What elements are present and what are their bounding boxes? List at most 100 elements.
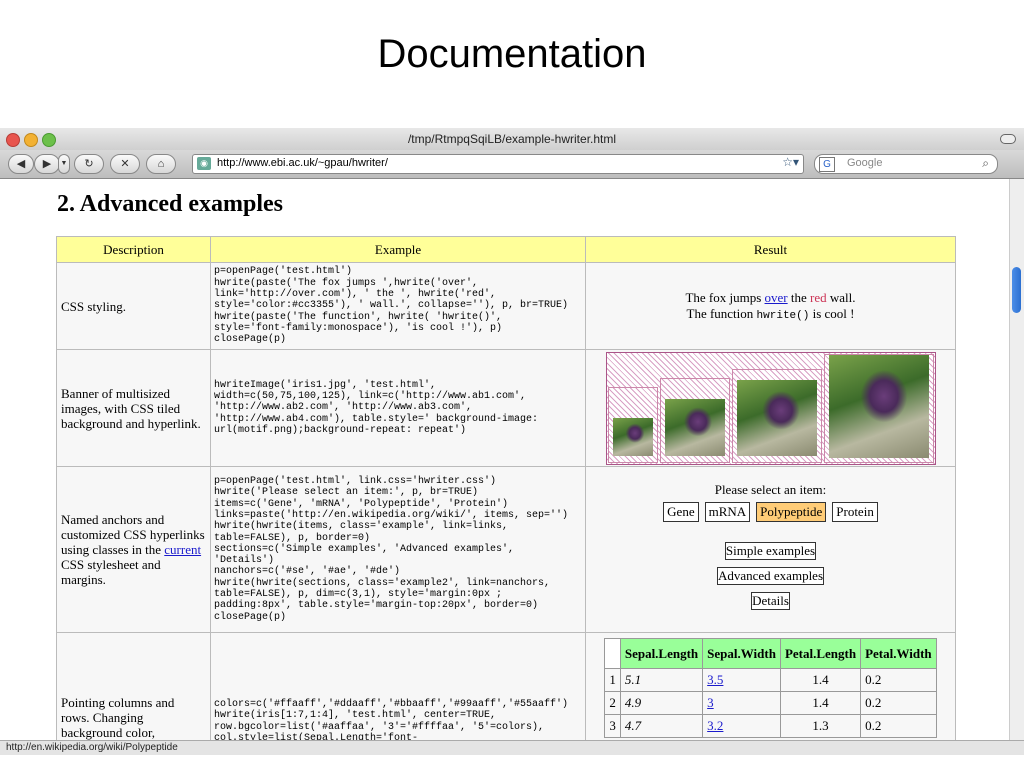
row-description: Pointing columns and rows. Changing back… [56, 632, 211, 740]
iris-cell-link[interactable]: 3 [702, 691, 781, 715]
iris-image [664, 398, 725, 456]
current-link[interactable]: current [164, 542, 201, 557]
banner-image-link[interactable] [607, 386, 658, 463]
status-text: http://en.wikipedia.org/wiki/Polypeptide [6, 742, 178, 753]
row-description: CSS styling. [56, 262, 211, 350]
row-code: p=openPage('test.html') hwrite(paste('Th… [210, 262, 586, 350]
title-bar: /tmp/RtmpqSqiLB/example-hwriter.html [0, 128, 1024, 151]
search-icon[interactable]: ⌕ [982, 156, 989, 171]
select-prompt: Please select an item: [714, 482, 827, 497]
row-code: colors=c('#ffaaff','#ddaaff','#bbaaff','… [210, 632, 586, 740]
result-text: wall. [826, 290, 856, 305]
site-favicon-icon: ◉ [197, 157, 211, 170]
iris-link[interactable]: 3.2 [707, 718, 723, 733]
iris-cell-link[interactable]: 3.2 [702, 714, 781, 738]
description-text: CSS stylesheet and margins. [61, 557, 161, 587]
item-link-gene[interactable]: Gene [663, 502, 699, 522]
iris-column-header: Petal.Length [779, 638, 862, 669]
back-button[interactable]: ◀ [8, 154, 34, 174]
reload-button[interactable]: ↻ [74, 154, 104, 174]
home-button[interactable]: ⌂ [146, 154, 176, 174]
iris-row-index: 3 [604, 714, 621, 738]
result-line: The function hwrite() is cool ! [587, 306, 954, 322]
chevron-down-icon: ▼ [60, 160, 68, 167]
item-link-mrna[interactable]: mRNA [704, 502, 751, 522]
search-box[interactable]: G Google ⌕ [814, 154, 998, 174]
history-dropdown[interactable]: ▼ [58, 154, 70, 174]
vertical-scrollbar[interactable] [1009, 179, 1024, 740]
page-content: 2. Advanced examples Description Example… [0, 179, 1010, 740]
row-result: Please select an item: Gene mRNA Polypepti… [585, 466, 956, 633]
iris-row-index: 1 [604, 668, 621, 692]
back-arrow-icon: ◀ [16, 158, 26, 170]
over-link[interactable]: over [765, 290, 788, 305]
column-header: Example [210, 236, 586, 263]
section-link-simple[interactable]: Simple examples [724, 542, 817, 560]
row-description: Named anchors and customized CSS hyperli… [56, 466, 211, 633]
iris-cell: 5.1 [619, 668, 704, 692]
row-description: Banner of multisized images, with CSS ti… [56, 349, 211, 467]
iris-column-header: Petal.Width [860, 638, 937, 669]
home-icon: ⌂ [157, 158, 165, 170]
iris-cell: 4.9 [619, 691, 704, 715]
item-link-polypeptide[interactable]: Polypeptide [756, 502, 827, 522]
table-row: Pointing columns and rows. Changing back… [56, 632, 956, 740]
banner-image-link[interactable] [659, 377, 730, 463]
address-bar[interactable]: ◉ http://www.ebi.ac.uk/~gpau/hwriter/ ☆▾ [192, 154, 804, 174]
row-result: Sepal.Length Sepal.Width Petal.Length Pe… [585, 632, 956, 740]
table-row: CSS styling. p=openPage('test.html') hwr… [56, 262, 956, 350]
banner-image-link[interactable] [823, 353, 934, 463]
item-link-protein[interactable]: Protein [832, 502, 878, 522]
window-title: /tmp/RtmpqSqiLB/example-hwriter.html [407, 132, 617, 146]
iris-cell: 0.2 [860, 691, 937, 715]
result-text: is cool ! [809, 306, 855, 321]
search-placeholder: Google [847, 157, 883, 169]
section-link-details[interactable]: Details [751, 592, 790, 610]
iris-column-header: Sepal.Width [702, 638, 781, 669]
result-text: The function [686, 306, 757, 321]
iris-link[interactable]: 3 [707, 695, 714, 710]
table-header-row: Description Example Result [56, 236, 956, 263]
column-header: Result [585, 236, 956, 263]
iris-cell: 0.2 [860, 714, 937, 738]
slide-title: Documentation [377, 32, 647, 76]
iris-cell-link[interactable]: 3.5 [702, 668, 781, 692]
image-banner [605, 351, 936, 465]
navigation-toolbar: ◀ ▶ ▼ ↻ ✕ ⌂ ◉ http://www.ebi.ac.uk/~gpau… [0, 150, 1024, 179]
iris-row: 3 4.7 3.2 1.3 0.2 [604, 714, 937, 738]
scrollbar-thumb[interactable] [1012, 267, 1021, 313]
iris-image [736, 379, 817, 456]
iris-row-index: 2 [604, 691, 621, 715]
iris-data-table: Sepal.Length Sepal.Width Petal.Length Pe… [604, 638, 937, 738]
forward-button[interactable]: ▶ [34, 154, 60, 174]
url-text: http://www.ebi.ac.uk/~gpau/hwriter/ [217, 157, 388, 169]
iris-cell: 0.2 [860, 668, 937, 692]
iris-cell: 1.3 [779, 714, 862, 738]
reload-icon: ↻ [84, 158, 94, 170]
item-links: Gene mRNA Polypeptide Protein [587, 502, 954, 522]
google-logo-icon[interactable]: G [819, 157, 835, 172]
iris-row: 2 4.9 3 1.4 0.2 [604, 691, 937, 715]
toolbar-toggle-button[interactable] [1000, 134, 1016, 144]
row-code: hwriteImage('iris1.jpg', 'test.html', wi… [210, 349, 586, 467]
iris-header-row: Sepal.Length Sepal.Width Petal.Length Pe… [604, 638, 937, 669]
banner-image-link[interactable] [731, 368, 822, 463]
row-code: p=openPage('test.html', link.css='hwrite… [210, 466, 586, 633]
stop-icon: ✕ [120, 158, 130, 170]
stop-button[interactable]: ✕ [110, 154, 140, 174]
iris-cell: 1.4 [779, 691, 862, 715]
iris-image [612, 417, 653, 456]
iris-link[interactable]: 3.5 [707, 672, 723, 687]
forward-arrow-icon: ▶ [42, 158, 52, 170]
iris-image [828, 354, 929, 458]
status-bar: http://en.wikipedia.org/wiki/Polypeptide [0, 740, 1024, 755]
page-heading: 2. Advanced examples [57, 191, 284, 217]
iris-column-header: Sepal.Length [619, 638, 704, 669]
section-link-advanced[interactable]: Advanced examples [716, 567, 825, 585]
iris-corner-cell [604, 638, 621, 669]
examples-table: Description Example Result CSS styling. … [56, 236, 956, 740]
row-result: The fox jumps over the red wall. The fun… [585, 262, 956, 350]
bookmark-star-icon[interactable]: ☆▾ [782, 155, 799, 169]
result-line: The fox jumps over the red wall. [587, 290, 954, 306]
result-text: the [787, 290, 811, 305]
